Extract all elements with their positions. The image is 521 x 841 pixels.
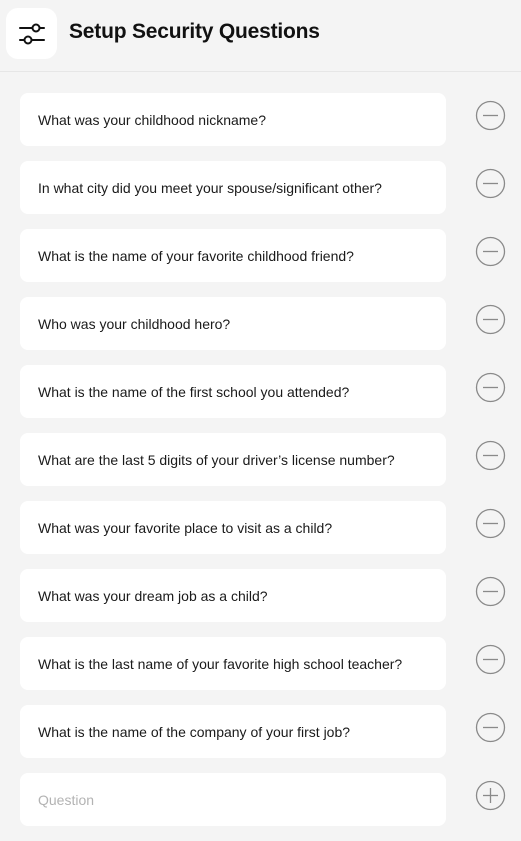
minus-circle-icon (475, 712, 506, 743)
question-row: What was your dream job as a child? (0, 569, 521, 637)
question-field[interactable]: What was your favorite place to visit as… (20, 501, 446, 554)
header: Setup Security Questions (0, 0, 521, 72)
question-field[interactable]: What is the name of the first school you… (20, 365, 446, 418)
remove-question-button[interactable] (475, 508, 506, 539)
question-field[interactable]: What are the last 5 digits of your drive… (20, 433, 446, 486)
question-row: What are the last 5 digits of your drive… (0, 433, 521, 501)
question-row: What is the name of the first school you… (0, 365, 521, 433)
question-row: What is the name of your favorite childh… (0, 229, 521, 297)
minus-circle-icon (475, 372, 506, 403)
remove-question-button[interactable] (475, 440, 506, 471)
question-row: What was your childhood nickname? (0, 93, 521, 161)
question-row: In what city did you meet your spouse/si… (0, 161, 521, 229)
remove-question-button[interactable] (475, 372, 506, 403)
question-field[interactable]: Who was your childhood hero? (20, 297, 446, 350)
question-field[interactable]: What is the last name of your favorite h… (20, 637, 446, 690)
question-field[interactable]: What is the name of your favorite childh… (20, 229, 446, 282)
minus-circle-icon (475, 168, 506, 199)
remove-question-button[interactable] (475, 236, 506, 267)
new-question-input[interactable]: Question (20, 773, 446, 826)
new-question-row: Question (0, 773, 521, 841)
remove-question-button[interactable] (475, 576, 506, 607)
minus-circle-icon (475, 100, 506, 131)
add-question-button[interactable] (475, 780, 506, 811)
sliders-icon[interactable] (6, 8, 57, 59)
question-row: What is the last name of your favorite h… (0, 637, 521, 705)
question-field[interactable]: What is the name of the company of your … (20, 705, 446, 758)
question-row: Who was your childhood hero? (0, 297, 521, 365)
remove-question-button[interactable] (475, 712, 506, 743)
question-field[interactable]: In what city did you meet your spouse/si… (20, 161, 446, 214)
page-title: Setup Security Questions (69, 20, 320, 43)
question-field[interactable]: What was your childhood nickname? (20, 93, 446, 146)
minus-circle-icon (475, 508, 506, 539)
question-list: What was your childhood nickname? In wha… (0, 93, 521, 841)
remove-question-button[interactable] (475, 304, 506, 335)
question-row: What is the name of the company of your … (0, 705, 521, 773)
minus-circle-icon (475, 236, 506, 267)
question-row: What was your favorite place to visit as… (0, 501, 521, 569)
minus-circle-icon (475, 440, 506, 471)
minus-circle-icon (475, 304, 506, 335)
remove-question-button[interactable] (475, 100, 506, 131)
remove-question-button[interactable] (475, 644, 506, 675)
question-field[interactable]: What was your dream job as a child? (20, 569, 446, 622)
minus-circle-icon (475, 644, 506, 675)
remove-question-button[interactable] (475, 168, 506, 199)
minus-circle-icon (475, 576, 506, 607)
plus-circle-icon (475, 780, 506, 811)
